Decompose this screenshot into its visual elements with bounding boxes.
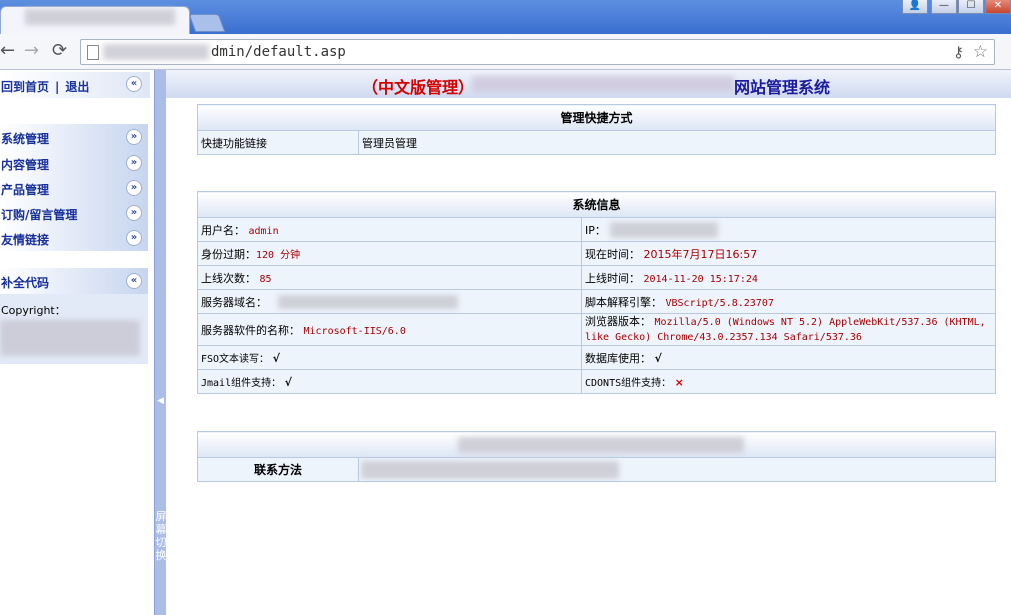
redacted-url-host [103, 44, 209, 60]
info-label: 上线时间： [585, 271, 640, 285]
bookmark-star-icon[interactable]: ☆ [973, 42, 988, 62]
contact-table: 联系方法 [197, 431, 996, 482]
check-icon: √ [654, 351, 662, 365]
redacted-contact-value [361, 461, 619, 479]
page-icon [87, 45, 99, 60]
info-label: FSO文本读写： [201, 354, 270, 365]
menu-system-label: 系统管理 [1, 132, 50, 146]
expand-icon[interactable]: » [126, 155, 142, 171]
collapse-icon[interactable]: « [126, 76, 142, 92]
info-label: 上线次数： [201, 271, 256, 285]
info-label: 身份过期： [201, 247, 256, 261]
browser-titlebar: 👤 — ☐ ✕ [0, 0, 1011, 34]
forward-icon[interactable]: → [24, 42, 39, 60]
main-content: （中文版管理） 网站管理系统 管理快捷方式 快捷功能链接 管理员管理 系统信息 … [166, 70, 1011, 615]
menu-links-label: 友情链接 [1, 233, 50, 247]
menu-order[interactable]: 订购/留言管理 » [0, 200, 148, 226]
info-label: IP： [585, 223, 606, 237]
info-value: 2014-11-20 15:17:24 [643, 273, 758, 285]
table-row: 身份过期：120 分钟 现在时间： 2015年7月17日16:57 [197, 241, 996, 266]
info-value: Microsoft-IIS/6.0 [303, 325, 406, 337]
redacted-tab-title [25, 9, 175, 25]
reload-icon[interactable]: ⟳ [52, 42, 67, 60]
shortcuts-table: 管理快捷方式 快捷功能链接 管理员管理 [197, 104, 996, 155]
browser-toolbar: ← → ⟳ dmin/default.asp ⚷ ☆ [0, 34, 1011, 70]
user-icon[interactable]: 👤 [902, 0, 928, 14]
table-row: Jmail组件支持： √ CDONTS组件支持： × [197, 369, 996, 394]
info-value: 120 分钟 [256, 249, 301, 261]
table-row: 上线次数： 85 上线时间： 2014-11-20 15:17:24 [197, 265, 996, 290]
menu-extra-label: 补全代码 [1, 276, 50, 290]
sysinfo-header: 系统信息 [197, 191, 996, 218]
cross-icon: × [674, 376, 684, 389]
back-icon[interactable]: ← [0, 42, 15, 60]
menu-product[interactable]: 产品管理 » [0, 175, 148, 201]
menu-order-label: 订购/留言管理 [1, 208, 78, 222]
collapse-icon[interactable]: « [126, 273, 142, 289]
expand-icon[interactable]: » [126, 205, 142, 221]
link-separator: | [55, 80, 60, 94]
table-row: FSO文本读写： √ 数据库使用： √ [197, 345, 996, 370]
expand-icon[interactable]: » [126, 180, 142, 196]
table-row: 服务器域名： 脚本解释引擎： VBScript/5.8.23707 [197, 289, 996, 314]
home-link[interactable]: 回到首页 [1, 80, 49, 94]
info-label: 服务器域名： [201, 295, 267, 309]
url-text: dmin/default.asp [211, 44, 346, 60]
contact-label: 联系方法 [197, 457, 359, 482]
shortcuts-header: 管理快捷方式 [197, 104, 996, 131]
expand-icon[interactable]: » [126, 129, 142, 145]
menu-system[interactable]: 系统管理 » [0, 124, 148, 150]
new-tab-button[interactable] [188, 14, 226, 32]
menu-product-label: 产品管理 [1, 183, 50, 197]
menu-content-label: 内容管理 [1, 158, 50, 172]
browser-tab[interactable] [0, 6, 190, 34]
maximize-button[interactable]: ☐ [958, 0, 984, 14]
menu-links[interactable]: 友情链接 » [0, 225, 148, 251]
shortcuts-row-label: 快捷功能链接 [197, 130, 359, 155]
info-label: 用户名： [201, 223, 245, 237]
info-label: CDONTS组件支持： [585, 378, 672, 389]
redacted-domain [278, 295, 458, 309]
collapse-arrow-icon[interactable]: ◀ [157, 396, 164, 406]
expand-icon[interactable]: » [126, 230, 142, 246]
screen-switch-splitter[interactable]: ◀ 屏幕切换 [154, 70, 167, 615]
sysinfo-table: 系统信息 用户名： admin IP： 身份过期：120 分钟 现在时间： 20… [197, 191, 996, 394]
title-suffix: 网站管理系统 [734, 78, 831, 97]
address-bar[interactable]: dmin/default.asp ⚷ ☆ [80, 39, 995, 65]
key-icon[interactable]: ⚷ [953, 43, 964, 61]
top-links-bar: 回到首页 | 退出 « [0, 72, 150, 98]
info-value: 85 [259, 273, 272, 285]
left-menu-panel: 回到首页 | 退出 « 系统管理 » 内容管理 » 产品管理 » 订购/留言管理 »… [0, 70, 154, 615]
title-prefix: （中文版管理） [362, 78, 475, 97]
admin-manage-link[interactable]: 管理员管理 [358, 130, 996, 155]
redacted-site-name [472, 76, 734, 92]
info-label: 浏览器版本： [585, 314, 651, 328]
menu-extra[interactable]: 补全代码 « [0, 268, 148, 294]
info-value: admin [248, 225, 279, 237]
info-value: VBScript/5.8.23707 [665, 297, 774, 309]
menu-content[interactable]: 内容管理 » [0, 150, 148, 176]
close-button[interactable]: ✕ [985, 0, 1011, 14]
table-row: 服务器软件的名称： Microsoft-IIS/6.0 浏览器版本： Mozil… [197, 313, 996, 346]
info-label: 服务器软件的名称： [201, 323, 300, 337]
redacted-contact-title [458, 437, 744, 453]
copyright-box: Copyright： [0, 294, 148, 364]
info-value: 2015年7月17日16:57 [643, 247, 758, 261]
check-icon: √ [272, 352, 280, 365]
contact-header [197, 431, 996, 458]
info-label: Jmail组件支持： [201, 378, 282, 389]
info-label: 脚本解释引擎： [585, 295, 662, 309]
redacted-ip [610, 222, 718, 238]
copyright-label: Copyright： [1, 304, 66, 317]
check-icon: √ [284, 376, 292, 389]
page-header: （中文版管理） 网站管理系统 [166, 70, 1011, 98]
info-label: 数据库使用： [585, 351, 651, 365]
logout-link[interactable]: 退出 [65, 80, 89, 94]
info-label: 现在时间： [585, 247, 640, 261]
table-row: 用户名： admin IP： [197, 217, 996, 242]
redacted-copyright [0, 320, 140, 356]
minimize-button[interactable]: — [931, 0, 957, 14]
